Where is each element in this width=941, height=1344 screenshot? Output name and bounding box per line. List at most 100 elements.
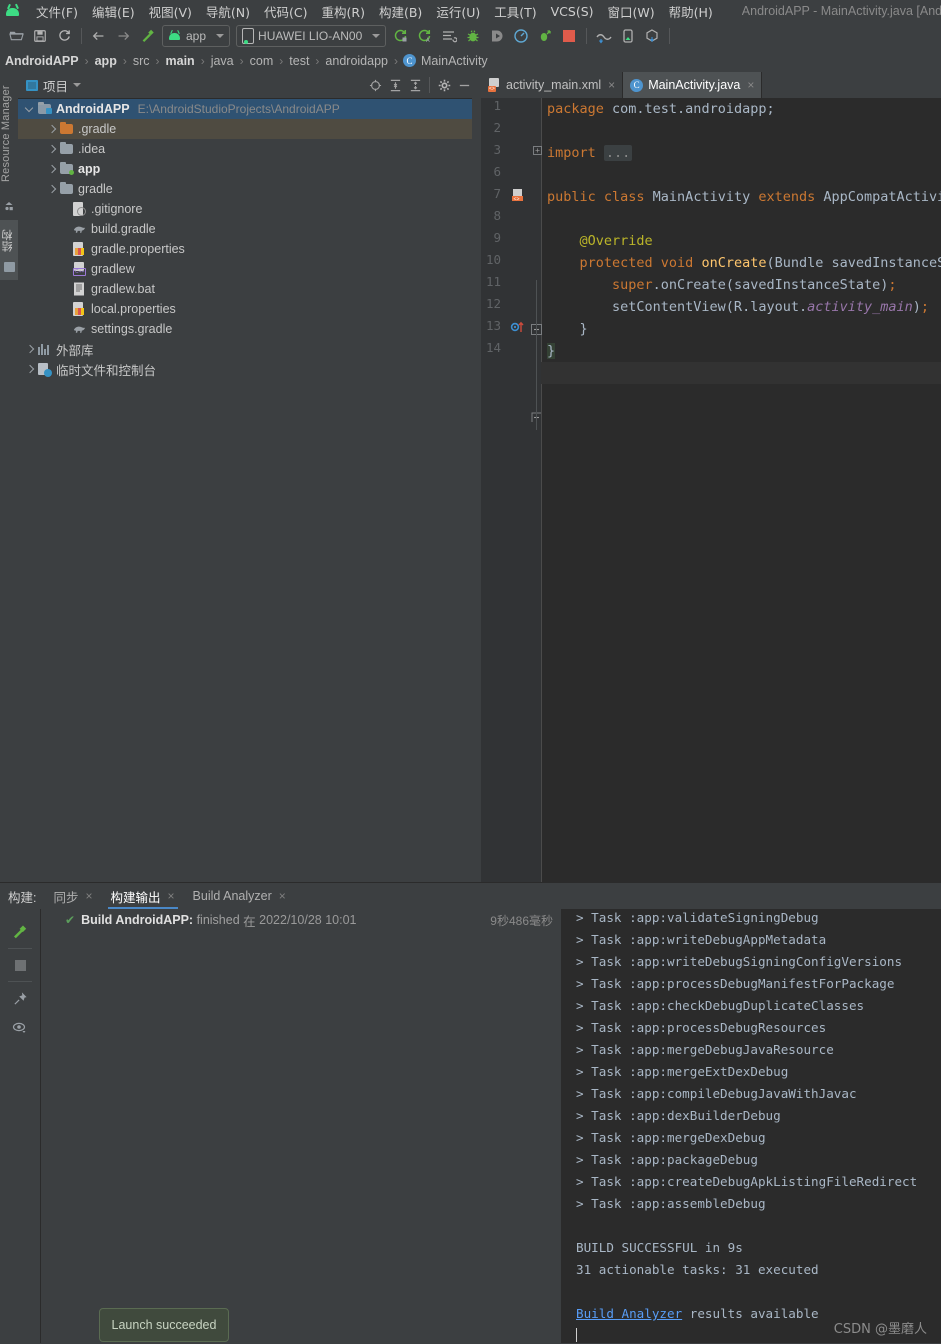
expand-all-icon[interactable]	[385, 75, 405, 95]
save-icon[interactable]	[29, 25, 51, 47]
tree-item-gradlew[interactable]: gradlew	[18, 259, 480, 279]
hide-panel-icon[interactable]	[454, 75, 474, 95]
close-icon[interactable]: ×	[86, 889, 93, 903]
tree-item-idea[interactable]: .idea	[18, 139, 480, 159]
menu-item-file[interactable]: 文件(F)	[29, 0, 85, 23]
tab-build-output[interactable]: 构建输出 ×	[107, 883, 178, 909]
build-hammer-icon[interactable]	[136, 25, 158, 47]
tree-item-gitignore[interactable]: .gitignore	[18, 199, 480, 219]
chevron-right-icon[interactable]	[24, 363, 36, 375]
line-number: 6	[493, 164, 501, 179]
close-icon[interactable]: ×	[168, 889, 175, 903]
breadcrumb-item-java[interactable]: java	[210, 54, 235, 68]
collapse-all-icon[interactable]	[405, 75, 425, 95]
line-number: 12	[485, 296, 501, 311]
device-manager-icon[interactable]	[641, 25, 663, 47]
settings-gear-icon[interactable]	[434, 75, 454, 95]
open-folder-icon[interactable]	[5, 25, 27, 47]
layout-relation-icon[interactable]: <>	[511, 188, 525, 202]
menu-item-vcs[interactable]: VCS(S)	[544, 2, 601, 21]
tree-item-external-libraries[interactable]: 外部库	[18, 339, 480, 359]
menu-item-window[interactable]: 窗口(W)	[601, 0, 662, 23]
select-opened-file-icon[interactable]	[365, 75, 385, 95]
breadcrumb-item-app[interactable]: app	[94, 54, 118, 68]
tree-item-androidapp[interactable]: AndroidAPP E:\AndroidStudioProjects\Andr…	[18, 99, 480, 119]
toggle-view-icon[interactable]	[0, 1013, 40, 1043]
breadcrumb-item-main[interactable]: main	[165, 54, 196, 68]
breadcrumb-item-src[interactable]: src	[132, 54, 151, 68]
menu-item-edit[interactable]: 编辑(E)	[85, 0, 142, 23]
menu-item-code[interactable]: 代码(C)	[257, 0, 314, 23]
breadcrumb-item-mainactivity[interactable]: MainActivity	[420, 54, 489, 68]
structure-icon	[4, 262, 15, 272]
code-lines[interactable]: package com.test.androidapp; import ... …	[541, 98, 941, 882]
close-icon[interactable]: ×	[608, 78, 615, 92]
menu-item-refactor[interactable]: 重构(R)	[315, 0, 372, 23]
tree-item-scratches-consoles[interactable]: 临时文件和控制台	[18, 359, 480, 379]
tree-item-gradle-dir[interactable]: .gradle	[18, 119, 480, 139]
sync-project-icon[interactable]	[53, 25, 75, 47]
debug-bug-icon[interactable]	[462, 25, 484, 47]
sdk-manager-icon[interactable]	[593, 25, 615, 47]
menu-item-view[interactable]: 视图(V)	[142, 0, 199, 23]
stop-icon[interactable]	[558, 25, 580, 47]
navigate-back-icon[interactable]	[88, 25, 110, 47]
tab-sync[interactable]: 同步 ×	[50, 883, 95, 909]
menu-item-navigate[interactable]: 导航(N)	[199, 0, 257, 23]
tree-item-app[interactable]: app	[18, 159, 480, 179]
tree-item-gradlew-bat[interactable]: gradlew.bat	[18, 279, 480, 299]
build-result-row[interactable]: ✔ Build AndroidAPP: finished 在 2022/10/2…	[41, 909, 561, 931]
run-with-coverage-icon[interactable]	[534, 25, 556, 47]
launch-status-text: Launch succeeded	[111, 1318, 217, 1332]
breadcrumb-item-com[interactable]: com	[249, 54, 275, 68]
tree-item-settings-gradle[interactable]: settings.gradle	[18, 319, 480, 339]
build-duration: 9秒486毫秒	[490, 914, 553, 928]
tree-item-gradle[interactable]: gradle	[18, 179, 480, 199]
tab-mainactivity-java[interactable]: C MainActivity.java ×	[623, 72, 763, 98]
run-icon[interactable]	[390, 25, 412, 47]
breadcrumb-item-androidapp[interactable]: AndroidAPP	[4, 54, 80, 68]
profiler-icon[interactable]	[510, 25, 532, 47]
apply-changes-icon[interactable]: A	[414, 25, 436, 47]
attach-debugger-icon[interactable]	[486, 25, 508, 47]
chevron-right-icon[interactable]	[46, 163, 58, 175]
chevron-down-icon[interactable]	[24, 103, 36, 115]
navigate-forward-icon[interactable]	[112, 25, 134, 47]
tree-item-gradle-properties[interactable]: gradle.properties	[18, 239, 480, 259]
chevron-right-icon[interactable]	[46, 123, 58, 135]
tree-item-local-properties[interactable]: local.properties	[18, 299, 480, 319]
project-panel-title[interactable]: 项目	[18, 76, 82, 95]
device-selector[interactable]: HUAWEI LIO-AN00	[236, 24, 387, 47]
chevron-down-icon[interactable]	[73, 83, 82, 87]
code-editor[interactable]: 1 2 3 6 7 8 9 10 11 12 13 14 <> + packag…	[481, 98, 941, 882]
tab-build-analyzer[interactable]: Build Analyzer ×	[190, 883, 289, 909]
menu-item-run[interactable]: 运行(U)	[429, 0, 487, 23]
close-icon[interactable]: ×	[279, 889, 286, 903]
avd-manager-icon[interactable]	[617, 25, 639, 47]
chevron-right-icon[interactable]	[46, 143, 58, 155]
rerun-icon[interactable]	[438, 25, 460, 47]
build-tab-strip: 构建: 同步 × 构建输出 × Build Analyzer ×	[0, 883, 941, 909]
rerun-build-icon[interactable]	[0, 917, 40, 947]
menu-item-tools[interactable]: 工具(T)	[487, 0, 543, 23]
tab-activity-main-xml[interactable]: activity_main.xml ×	[481, 72, 624, 98]
panel-splitter[interactable]	[472, 72, 481, 882]
breadcrumb-item-test[interactable]: test	[288, 54, 310, 68]
chevron-right-icon[interactable]	[24, 343, 36, 355]
pin-tab-icon[interactable]	[0, 983, 40, 1013]
close-icon[interactable]: ×	[747, 78, 754, 92]
build-analyzer-link[interactable]: Build Analyzer	[576, 1306, 682, 1321]
menu-bar: 文件(F) 编辑(E) 视图(V) 导航(N) 代码(C) 重构(R) 构建(B…	[29, 0, 720, 23]
chevron-right-icon[interactable]	[46, 183, 58, 195]
run-configuration-selector[interactable]: app	[162, 24, 231, 47]
sidebar-item-structure[interactable]: 结构	[0, 220, 18, 280]
tree-item-build-gradle[interactable]: build.gradle	[18, 219, 480, 239]
stop-build-icon[interactable]	[0, 950, 40, 980]
build-console-output[interactable]: > Task :app:validateSigningDebug > Task …	[562, 909, 941, 1343]
sidebar-item-resource-manager[interactable]: Resource Manager	[0, 74, 18, 194]
breadcrumb-separator: ›	[155, 53, 160, 68]
breadcrumb-item-androidapp-pkg[interactable]: androidapp	[324, 54, 389, 68]
override-method-icon[interactable]	[510, 320, 524, 334]
menu-item-help[interactable]: 帮助(H)	[662, 0, 720, 23]
menu-item-build[interactable]: 构建(B)	[372, 0, 429, 23]
